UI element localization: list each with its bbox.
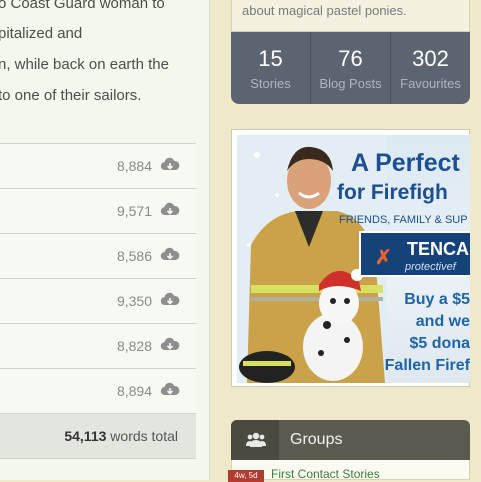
chapter-word-count: 8,828	[116, 338, 152, 354]
advertisement[interactable]: A Perfect for Firefigh FRIENDS, FAMILY &…	[231, 129, 470, 387]
groups-icon-box	[231, 420, 279, 460]
about-text: about magical pastel ponies.	[242, 3, 407, 18]
cloud-download-icon[interactable]	[160, 157, 180, 173]
chapter-word-count: 8,586	[116, 248, 152, 264]
stat-label: Favourites	[400, 76, 461, 91]
chapter-word-count: 9,350	[116, 293, 152, 309]
ad-brand-box: ✗ TENCA protectivef	[359, 231, 470, 277]
word-total: 54,113 words total	[64, 428, 178, 444]
chapter-word-count: 8,894	[116, 383, 152, 399]
ad-brand-sub: protectivef	[405, 261, 456, 273]
ad-headline: A Perfect	[351, 149, 460, 177]
stat-favourites[interactable]: 302 Favourites	[390, 32, 470, 104]
chapter-word-count: 9,571	[116, 203, 152, 219]
description-line: pitalized and	[0, 25, 83, 42]
chapter-row[interactable]: 8,894	[0, 368, 196, 414]
cloud-download-icon[interactable]	[160, 247, 180, 263]
chapter-row[interactable]: 8,586	[0, 233, 196, 278]
users-icon	[246, 432, 266, 447]
word-total-bar: 54,113 words total	[0, 413, 196, 459]
ad-brand-name: TENCA	[407, 239, 469, 259]
stat-stories[interactable]: 15 Stories	[231, 32, 310, 104]
axes-logo-icon: ✗	[375, 247, 392, 269]
story-panel: o Coast Guard woman to pitalized and n, …	[0, 0, 210, 480]
groups-header: Groups	[231, 420, 470, 460]
stat-value: 302	[412, 46, 449, 71]
ad-headline: for Firefigh	[337, 181, 448, 204]
ad-banner[interactable]: A Perfect for Firefigh FRIENDS, FAMILY &…	[237, 135, 470, 383]
ad-offer-line: Fallen Firef	[384, 357, 470, 374]
cloud-download-icon[interactable]	[160, 382, 180, 398]
stat-value: 15	[258, 46, 283, 71]
author-about-box: about magical pastel ponies.	[231, 0, 470, 32]
description-line: o Coast Guard woman to	[0, 0, 165, 12]
ad-offer-line: $5 dona	[409, 335, 470, 352]
word-total-number: 54,113	[64, 428, 107, 444]
stat-blog-posts[interactable]: 76 Blog Posts	[310, 32, 390, 104]
stat-label: Stories	[250, 76, 291, 91]
ad-subline: FRIENDS, FAMILY & SUP	[339, 214, 468, 226]
group-link[interactable]: First Contact Stories	[271, 467, 380, 481]
groups-title: Groups	[290, 431, 343, 448]
author-stats: 15 Stories 76 Blog Posts 302 Favourites	[231, 32, 470, 104]
chapter-row[interactable]: 9,350	[0, 278, 196, 323]
stat-label: Blog Posts	[319, 76, 382, 91]
cloud-download-icon[interactable]	[160, 337, 180, 353]
word-total-suffix: words total	[106, 428, 178, 444]
chapter-row[interactable]: 8,884	[0, 143, 196, 188]
chapter-row[interactable]: 8,828	[0, 323, 196, 368]
ad-offer-line: and we	[415, 313, 470, 330]
groups-list: 4w, 5d First Contact Stories	[228, 460, 470, 482]
description-line: n, while back on earth the	[0, 56, 169, 73]
chapter-word-count: 8,884	[116, 158, 152, 174]
stat-value: 76	[338, 46, 363, 71]
chapter-row[interactable]: 9,571	[0, 188, 196, 233]
group-badge: 4w, 5d	[228, 470, 264, 482]
ad-offer-line: Buy a $5	[404, 291, 470, 308]
cloud-download-icon[interactable]	[160, 292, 180, 308]
chapter-list: 8,884 9,571 8,586 9,350 8,828 8,894	[0, 143, 196, 414]
cloud-download-icon[interactable]	[160, 202, 180, 218]
description-line: to one of their sailors.	[0, 87, 142, 104]
